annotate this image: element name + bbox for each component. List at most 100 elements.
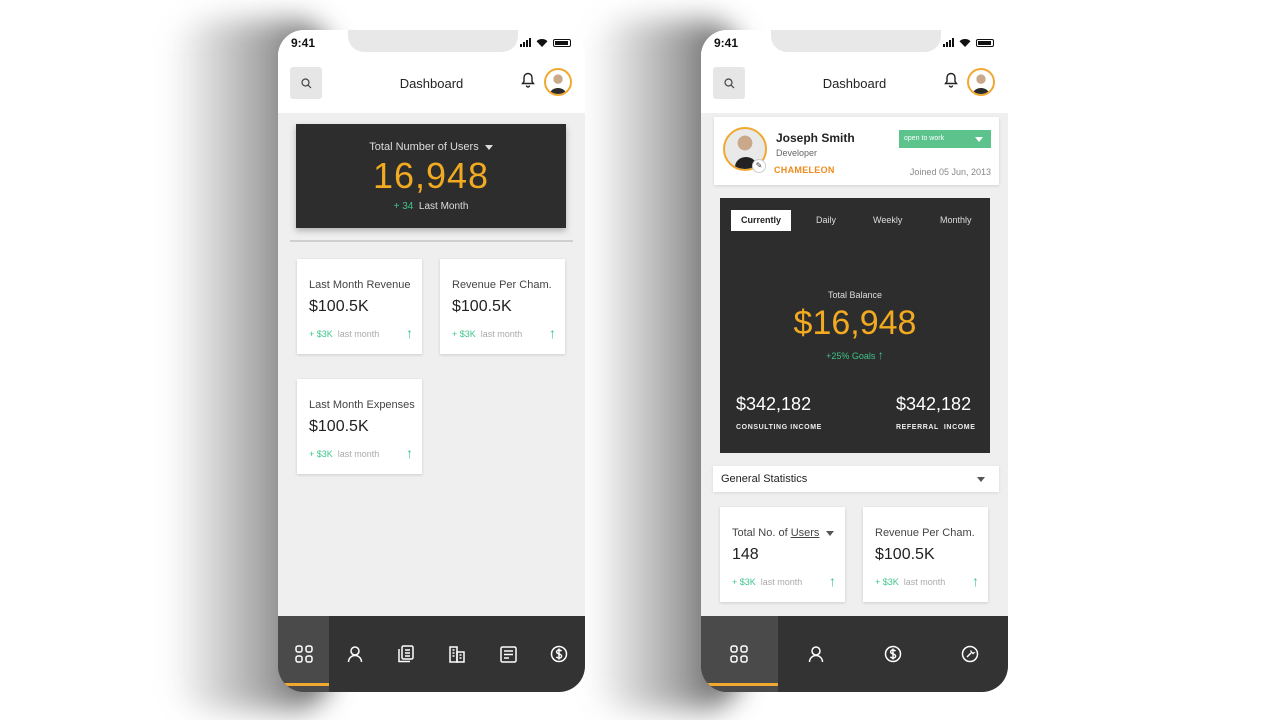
stat-delta-row: + $3K last month	[875, 577, 945, 587]
users-card-label: Total Number of Users	[369, 141, 479, 153]
signal-icon	[520, 38, 531, 47]
stat-value: 148	[732, 546, 759, 563]
tab-daily[interactable]: Daily	[816, 210, 836, 231]
stat-delta-row: + $3K last month	[309, 449, 379, 459]
stat-card-total-users[interactable]: Total No. of Users 148 + $3K last month …	[720, 507, 845, 602]
stat-value: $100.5K	[309, 418, 369, 435]
stat-delta-label: last month	[337, 329, 380, 339]
bottom-tab-bar	[278, 616, 585, 692]
profile-card: ✎ Joseph Smith Developer CHAMELEON open …	[714, 117, 999, 185]
stat-label: Last Month Revenue	[309, 279, 411, 291]
tab-dashboard[interactable]	[701, 616, 778, 692]
tab-tools[interactable]	[931, 616, 1008, 692]
tab-finance[interactable]	[534, 616, 585, 692]
stat-value: $100.5K	[875, 546, 935, 563]
stat-delta-row: + $3K last month	[309, 329, 379, 339]
user-avatar[interactable]	[967, 68, 995, 96]
stat-delta-label: last month	[337, 449, 380, 459]
stat-delta: + $3K	[732, 577, 756, 587]
chevron-down-icon	[977, 477, 985, 482]
arrow-up-icon: ↑	[877, 348, 884, 362]
chevron-down-icon	[484, 144, 493, 150]
status-bar: 9:41	[278, 30, 585, 58]
page-title: Dashboard	[399, 76, 464, 91]
notch	[348, 30, 518, 52]
users-filter-dropdown[interactable]: Total Number of Users	[296, 141, 566, 153]
referral-income: $342,182 REFERRAL INCOME	[896, 394, 975, 431]
stat-label-link[interactable]: Users	[791, 527, 820, 539]
stat-delta-row: + $3K last month	[452, 329, 522, 339]
users-card-delta: + 34	[393, 201, 414, 212]
edit-pencil-icon[interactable]: ✎	[752, 159, 766, 173]
dollar-icon	[551, 645, 568, 663]
tab-currently[interactable]: Currently	[731, 210, 792, 231]
user-icon	[808, 646, 824, 663]
stat-value: $100.5K	[309, 298, 369, 315]
user-avatar[interactable]	[544, 68, 572, 96]
total-users-card: Total Number of Users 16,948 + 34 Last M…	[296, 124, 566, 228]
tab-documents[interactable]	[380, 616, 431, 692]
users-card-value: 16,948	[372, 155, 490, 196]
notes-icon	[500, 645, 517, 663]
tab-finance[interactable]	[855, 616, 932, 692]
profile-company: CHAMELEON	[774, 165, 835, 175]
wifi-icon	[536, 39, 548, 47]
stat-delta: + $3K	[452, 329, 476, 339]
right-phone: 9:41 Dashboard ✎ Joseph Smith Developer	[701, 30, 1008, 692]
arrow-up-icon: ↑	[406, 325, 413, 341]
tab-weekly[interactable]: Weekly	[873, 210, 902, 231]
stat-card-revenue-per-cham[interactable]: Revenue Per Cham. $100.5K + $3K last mon…	[440, 259, 565, 354]
chevron-down-icon[interactable]	[825, 531, 834, 536]
stat-card-last-month-revenue[interactable]: Last Month Revenue $100.5K + $3K last mo…	[297, 259, 422, 354]
arrow-up-icon: ↑	[972, 573, 979, 589]
stat-label: Last Month Expenses	[309, 399, 415, 411]
tab-dashboard[interactable]	[278, 616, 330, 692]
users-card-delta-row: + 34 Last Month	[296, 201, 566, 212]
notch	[771, 30, 941, 52]
referral-income-value: $342,182	[896, 394, 972, 414]
bottom-tab-bar	[701, 616, 1008, 692]
profile-role: Developer	[776, 148, 818, 158]
stat-delta-row: + $3K last month	[732, 577, 802, 587]
tools-icon	[961, 645, 978, 663]
wifi-icon	[959, 39, 971, 47]
joined-date: Joined 05 Jun, 2013	[909, 167, 991, 177]
bell-icon	[521, 72, 535, 88]
arrow-up-icon: ↑	[406, 445, 413, 461]
balance-card: Currently Daily Weekly Monthly Total Bal…	[720, 198, 990, 453]
divider	[290, 240, 573, 242]
consulting-income: $342,182 CONSULTING INCOME	[736, 394, 822, 431]
documents-icon	[398, 645, 414, 663]
stat-delta: + $3K	[309, 329, 333, 339]
consulting-income-value: $342,182	[736, 394, 812, 414]
tab-monthly[interactable]: Monthly	[940, 210, 972, 231]
status-bar: 9:41	[701, 30, 1008, 58]
balance-goal-row: +25% Goals ↑	[720, 348, 990, 362]
users-card-delta-label: Last Month	[418, 201, 469, 212]
tab-profile[interactable]	[329, 616, 380, 692]
left-phone: 9:41 Dashboard Total Number of Users 16,…	[278, 30, 585, 692]
grid-icon	[730, 645, 749, 663]
general-statistics-dropdown[interactable]: General Statistics	[713, 466, 999, 492]
notifications-button[interactable]	[521, 72, 535, 93]
tab-notes[interactable]	[483, 616, 534, 692]
stat-delta: + $3K	[875, 577, 899, 587]
stat-card-last-month-expenses[interactable]: Last Month Expenses $100.5K + $3K last m…	[297, 379, 422, 474]
arrow-up-icon: ↑	[549, 325, 556, 341]
tab-buildings[interactable]	[432, 616, 483, 692]
general-statistics-title: General Statistics	[721, 473, 808, 485]
stat-delta-label: last month	[760, 577, 803, 587]
availability-value: open to work	[904, 135, 945, 142]
battery-icon	[976, 38, 994, 47]
stat-delta-label: last month	[903, 577, 946, 587]
signal-icon	[943, 38, 954, 47]
referral-income-label: REFERRAL INCOME	[896, 424, 976, 431]
status-time: 9:41	[714, 36, 739, 50]
status-time: 9:41	[291, 36, 316, 50]
notifications-button[interactable]	[944, 72, 958, 93]
availability-dropdown[interactable]: open to work	[899, 130, 991, 148]
stat-label: Revenue Per Cham.	[452, 279, 552, 291]
tab-profile[interactable]	[778, 616, 855, 692]
stat-label: Total No. of Users	[732, 527, 834, 539]
stat-card-revenue-per-cham[interactable]: Revenue Per Cham. $100.5K + $3K last mon…	[863, 507, 988, 602]
